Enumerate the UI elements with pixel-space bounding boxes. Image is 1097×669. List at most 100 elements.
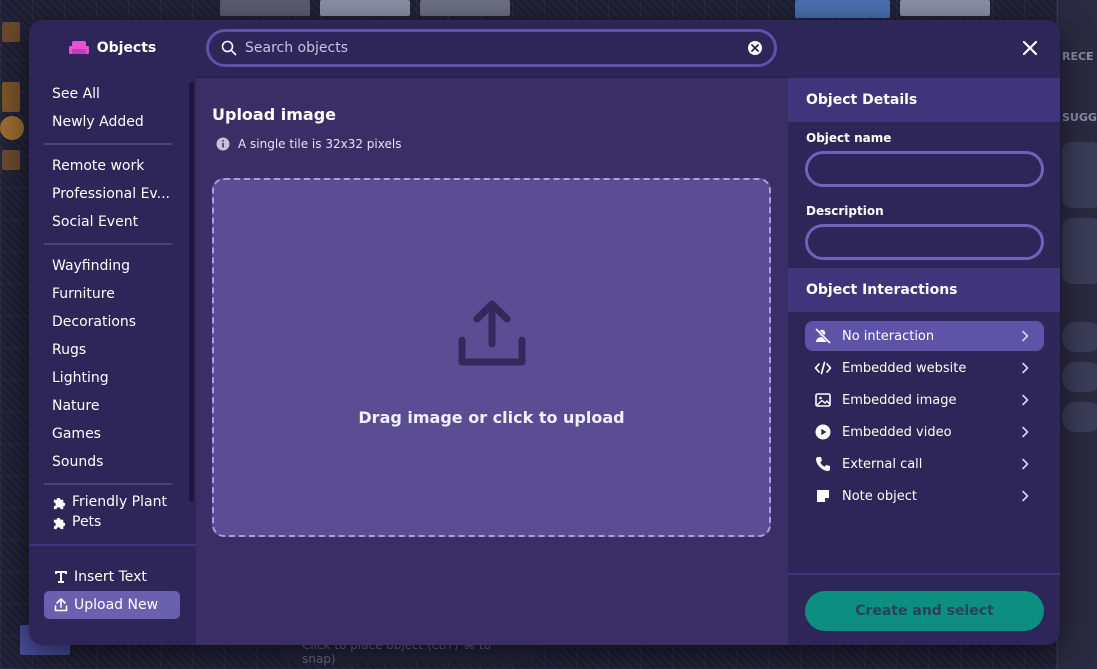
chevron-right-icon [1022,490,1029,502]
interaction-label: No interaction [842,328,935,344]
code-icon [814,361,832,375]
suggestion-card[interactable] [1062,142,1097,208]
sidebar-item-wayfinding[interactable]: Wayfinding [44,252,172,280]
chevron-right-icon [1022,458,1029,470]
sidebar-item-label: Lighting [52,370,109,386]
chevron-right-icon [1022,426,1029,438]
sidebar-item-lighting[interactable]: Lighting [44,364,172,392]
sidebar-item-pets[interactable]: Pets [44,512,172,532]
info-icon [216,137,230,151]
recent-label: RECE [1062,50,1094,63]
insert-text-label: Insert Text [74,569,147,585]
upload-icon [458,300,525,366]
sidebar-item-social-event[interactable]: Social Event [44,208,172,236]
dropzone-text: Drag image or click to upload [358,408,625,427]
suggestion-card[interactable] [1062,218,1097,284]
sidebar-item-friendly-plant[interactable]: Friendly Plant [44,492,172,512]
sidebar-item-label: Furniture [52,286,115,302]
object-details-heading: Object Details [788,78,1060,122]
sidebar-item-label: Newly Added [52,114,144,130]
sidebar-item-label: Decorations [52,314,137,330]
object-details-panel: Object Details Object name Description O… [788,20,1060,645]
side-pill[interactable] [1062,322,1097,352]
map-object [2,22,20,42]
sidebar-separator [44,483,172,485]
sidebar-scrollbar-thumb[interactable] [189,82,194,502]
sidebar-item-remote-work[interactable]: Remote work [44,152,172,180]
side-pill[interactable] [1062,402,1097,432]
interaction-embedded-image[interactable]: Embedded image [805,385,1044,415]
sidebar-item-newly-added[interactable]: Newly Added [44,108,172,136]
search-input[interactable] [245,40,725,56]
right-side-panel: RECE SUGG [1057,0,1097,669]
interaction-embedded-website[interactable]: Embedded website [805,353,1044,383]
interaction-label: Note object [842,488,917,504]
image-icon [815,393,831,407]
sidebar-item-games[interactable]: Games [44,420,172,448]
map-object [320,0,410,16]
sidebar-item-rugs[interactable]: Rugs [44,336,172,364]
sidebar-item-label: Friendly Plant [72,494,167,510]
search-bar [196,20,788,78]
clear-search-button[interactable] [748,41,762,55]
sidebar-item-label: Nature [52,398,100,414]
sidebar-separator [44,243,172,245]
map-object [2,82,20,112]
map-object [420,0,510,16]
sidebar-header: Objects [29,20,196,76]
map-object [795,0,890,18]
insert-text-button[interactable]: Insert Text [44,563,180,591]
puzzle-icon [53,517,66,529]
sidebar-separator [44,143,172,145]
sidebar-item-label: Professional Ev... [52,186,170,202]
interaction-label: External call [842,456,923,472]
upload-hint-text: A single tile is 32x32 pixels [238,137,402,151]
sofa-icon [68,41,89,54]
side-pill[interactable] [1062,362,1097,392]
upload-dropzone[interactable]: Drag image or click to upload [212,178,771,537]
sidebar: Objects See All Newly Added Remote work Pro… [29,20,196,645]
object-name-field[interactable] [805,151,1044,187]
sidebar-item-label: Wayfinding [52,258,131,274]
sidebar-item-professional-ev[interactable]: Professional Ev... [44,180,172,208]
text-icon [55,571,67,583]
map-object [220,0,310,16]
interaction-no-interaction[interactable]: No interaction [805,321,1044,351]
upload-new-label: Upload New [74,597,159,613]
map-object [0,116,24,140]
search-box[interactable] [206,29,777,67]
sidebar-item-label: Social Event [52,214,139,230]
phone-icon [816,457,830,471]
interaction-embedded-video[interactable]: Embedded video [805,417,1044,447]
chevron-right-icon [1022,362,1029,374]
interaction-label: Embedded website [842,360,967,376]
map-object [900,0,990,16]
upload-panel: Upload image A single tile is 32x32 pixe… [196,20,788,645]
upload-title: Upload image [212,105,336,124]
no-interaction-icon [814,327,832,345]
divider [788,573,1060,575]
note-icon [817,490,829,502]
description-field[interactable] [805,224,1044,260]
chevron-right-icon [1022,394,1029,406]
interaction-label: Embedded image [842,392,957,408]
objects-modal: Objects See All Newly Added Remote work Pro… [29,20,1060,645]
sidebar-item-see-all[interactable]: See All [44,80,172,108]
sidebar-item-decorations[interactable]: Decorations [44,308,172,336]
interaction-external-call[interactable]: External call [805,449,1044,479]
sidebar-item-nature[interactable]: Nature [44,392,172,420]
create-and-select-button[interactable]: Create and select [805,591,1044,631]
object-interactions-heading: Object Interactions [788,268,1060,312]
upload-new-button[interactable]: Upload New [44,591,180,619]
sidebar-item-label: Sounds [52,454,104,470]
map-object [2,150,20,170]
sidebar-item-label: See All [52,86,100,102]
interaction-note-object[interactable]: Note object [805,481,1044,511]
play-icon [815,424,831,440]
sidebar-item-furniture[interactable]: Furniture [44,280,172,308]
sidebar-bottom: Insert Text Upload New [29,544,196,645]
close-icon[interactable] [1020,38,1040,58]
sidebar-title: Objects [96,40,157,56]
sidebar-item-sounds[interactable]: Sounds [44,448,172,476]
sidebar-item-label: Remote work [52,158,145,174]
